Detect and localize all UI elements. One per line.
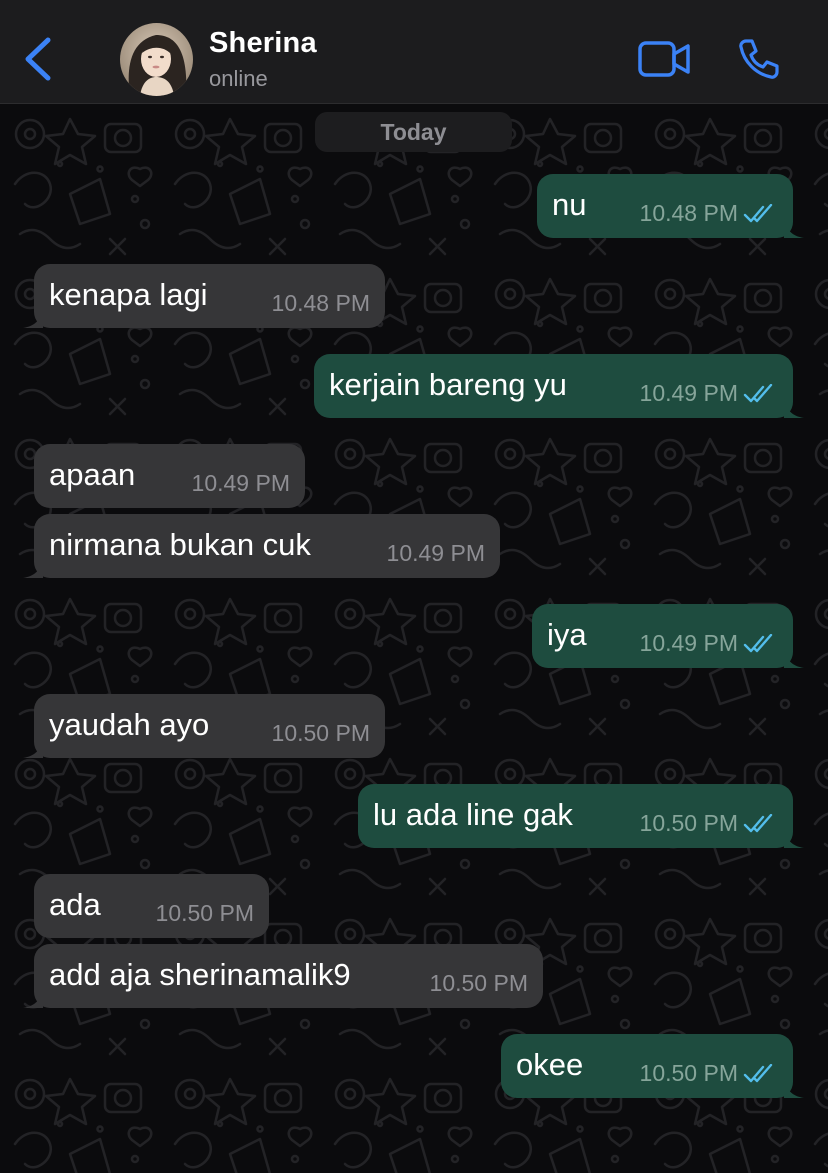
message-time: 10.49 PM — [639, 630, 738, 656]
message-text: kenapa lagi — [49, 277, 208, 312]
message-outgoing[interactable]: nu 10.48 PM — [537, 174, 804, 238]
voice-call-button[interactable] — [736, 36, 782, 82]
avatar-photo — [120, 23, 193, 96]
bubble-tail — [784, 648, 804, 668]
message-outgoing[interactable]: lu ada line gak 10.50 PM — [358, 784, 804, 848]
bubble-tail — [784, 218, 804, 238]
message-outgoing[interactable]: iya 10.49 PM — [532, 604, 804, 668]
message-outgoing[interactable]: kerjain bareng yu 10.49 PM — [314, 354, 804, 418]
chat-header: Sherina online — [0, 0, 828, 104]
message-time: 10.50 PM — [271, 720, 370, 746]
message-text: kerjain bareng yu — [329, 367, 567, 402]
bubble-tail — [23, 988, 43, 1008]
message-time: 10.50 PM — [639, 810, 738, 836]
message-time: 10.50 PM — [429, 970, 528, 996]
bubble-tail — [23, 308, 43, 328]
message-incoming[interactable]: add aja sherinamalik9 10.50 PM — [23, 944, 543, 1008]
video-camera-icon — [638, 41, 690, 77]
avatar[interactable] — [120, 23, 193, 96]
message-text: lu ada line gak — [373, 797, 573, 832]
message-time: 10.49 PM — [386, 540, 485, 566]
message-text: apaan — [49, 457, 136, 492]
contact-name[interactable]: Sherina — [209, 27, 317, 60]
message-text: okee — [516, 1047, 584, 1082]
message-time: 10.50 PM — [639, 1060, 738, 1086]
message-text: yaudah ayo — [49, 707, 210, 742]
message-incoming[interactable]: kenapa lagi 10.48 PM — [23, 264, 385, 328]
phone-icon — [739, 39, 779, 79]
message-time: 10.49 PM — [191, 470, 290, 496]
read-ticks-icon — [743, 634, 773, 653]
read-ticks-icon — [743, 204, 773, 223]
message-incoming[interactable]: yaudah ayo 10.50 PM — [23, 694, 385, 758]
message-time: 10.48 PM — [271, 290, 370, 316]
bubble-tail — [784, 828, 804, 848]
message-incoming[interactable]: nirmana bukan cuk 10.49 PM — [23, 514, 500, 578]
message-text: ada — [49, 887, 101, 922]
message-text: iya — [547, 617, 587, 652]
bubble-tail — [23, 558, 43, 578]
read-ticks-icon — [743, 384, 773, 403]
contact-status: online — [209, 66, 268, 91]
message-time: 10.50 PM — [155, 900, 254, 926]
message-text: nirmana bukan cuk — [49, 527, 311, 562]
message-time: 10.49 PM — [639, 380, 738, 406]
message-text: add aja sherinamalik9 — [49, 957, 351, 992]
read-ticks-icon — [743, 1064, 773, 1083]
message-text: nu — [552, 187, 587, 222]
back-button[interactable] — [14, 28, 64, 88]
video-call-button[interactable] — [636, 38, 692, 80]
message-incoming[interactable]: apaan 10.49 PM — [34, 444, 305, 508]
bubble-tail — [784, 1078, 804, 1098]
message-incoming[interactable]: ada 10.50 PM — [34, 874, 269, 938]
bubble-tail — [784, 398, 804, 418]
message-time: 10.48 PM — [639, 200, 738, 226]
day-separator: Today — [315, 112, 512, 152]
chevron-left-icon — [25, 37, 51, 81]
bubble-tail — [23, 738, 43, 758]
message-outgoing[interactable]: okee 10.50 PM — [501, 1034, 804, 1098]
read-ticks-icon — [743, 814, 773, 833]
